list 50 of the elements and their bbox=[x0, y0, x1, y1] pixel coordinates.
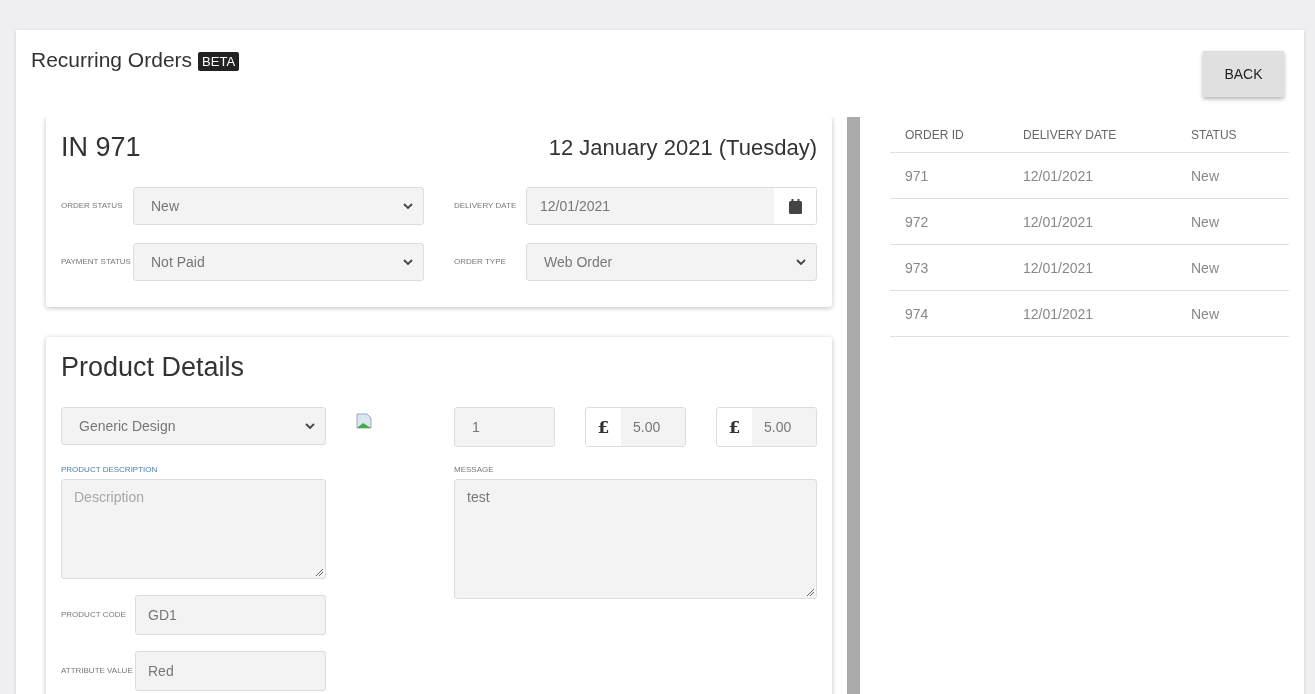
beta-badge: BETA bbox=[198, 52, 240, 71]
table-cell-text: 973 bbox=[905, 259, 930, 276]
price-field[interactable]: £ 5.00 bbox=[585, 407, 686, 447]
table-cell-text: 12/01/2021 bbox=[1023, 213, 1095, 230]
column-header: DELIVERY DATE bbox=[1023, 127, 1118, 142]
text-field[interactable]: Red bbox=[135, 651, 326, 691]
field-label: ORDER TYPE bbox=[454, 256, 507, 268]
calendar-icon[interactable] bbox=[788, 198, 802, 214]
back-button[interactable]: BACK bbox=[1203, 51, 1284, 97]
resize-handle-icon bbox=[315, 568, 323, 576]
message-field[interactable]: test bbox=[454, 479, 817, 599]
select-field[interactable]: New bbox=[133, 187, 424, 225]
table-cell-text: 971 bbox=[905, 167, 930, 184]
column-header: STATUS bbox=[1191, 127, 1238, 142]
select-field[interactable]: Web Order bbox=[526, 243, 817, 281]
field-label: MESSAGE bbox=[454, 465, 495, 474]
field-label: PRODUCT CODE bbox=[61, 609, 127, 621]
chevron-down-icon bbox=[796, 258, 806, 266]
table-cell-text: 974 bbox=[905, 305, 930, 322]
field-label: ORDER STATUS bbox=[61, 200, 124, 212]
description-field[interactable]: Description bbox=[61, 479, 326, 579]
table-cell-text: 12/01/2021 bbox=[1023, 167, 1095, 184]
section-title: Product Details bbox=[61, 352, 245, 383]
chevron-down-icon bbox=[403, 258, 413, 266]
page-title: Recurring Orders bbox=[31, 48, 193, 72]
broken-image-icon bbox=[356, 413, 372, 429]
field-label: ATTRIBUTE VALUE bbox=[61, 665, 134, 677]
scrollbar[interactable] bbox=[847, 117, 860, 694]
table-cell-text: New bbox=[1191, 305, 1220, 322]
text-field[interactable]: GD1 bbox=[135, 595, 326, 635]
field-label: PAYMENT STATUS bbox=[61, 256, 132, 268]
field-label: PRODUCT DESCRIPTION bbox=[61, 465, 159, 474]
order-number: IN 971 bbox=[61, 132, 141, 163]
table-cell-text: New bbox=[1191, 167, 1220, 184]
column-header: ORDER ID bbox=[905, 127, 965, 142]
chevron-down-icon bbox=[305, 422, 315, 430]
resize-handle-icon bbox=[806, 588, 814, 596]
chevron-down-icon bbox=[403, 202, 413, 210]
field-label: DELIVERY DATE bbox=[454, 200, 518, 212]
table-cell-text: New bbox=[1191, 213, 1220, 230]
quantity-field[interactable]: 1 bbox=[454, 407, 555, 447]
price-field[interactable]: £ 5.00 bbox=[716, 407, 817, 447]
date-field[interactable]: 12/01/2021 bbox=[526, 187, 817, 225]
order-date: 12 January 2021 (Tuesday) bbox=[548, 134, 817, 161]
table-cell-text: 972 bbox=[905, 213, 930, 230]
table-cell-text: 12/01/2021 bbox=[1023, 305, 1095, 322]
select-field[interactable]: Not Paid bbox=[133, 243, 424, 281]
table-cell-text: 12/01/2021 bbox=[1023, 259, 1095, 276]
table-cell-text: New bbox=[1191, 259, 1220, 276]
design-select[interactable]: Generic Design bbox=[61, 407, 326, 445]
